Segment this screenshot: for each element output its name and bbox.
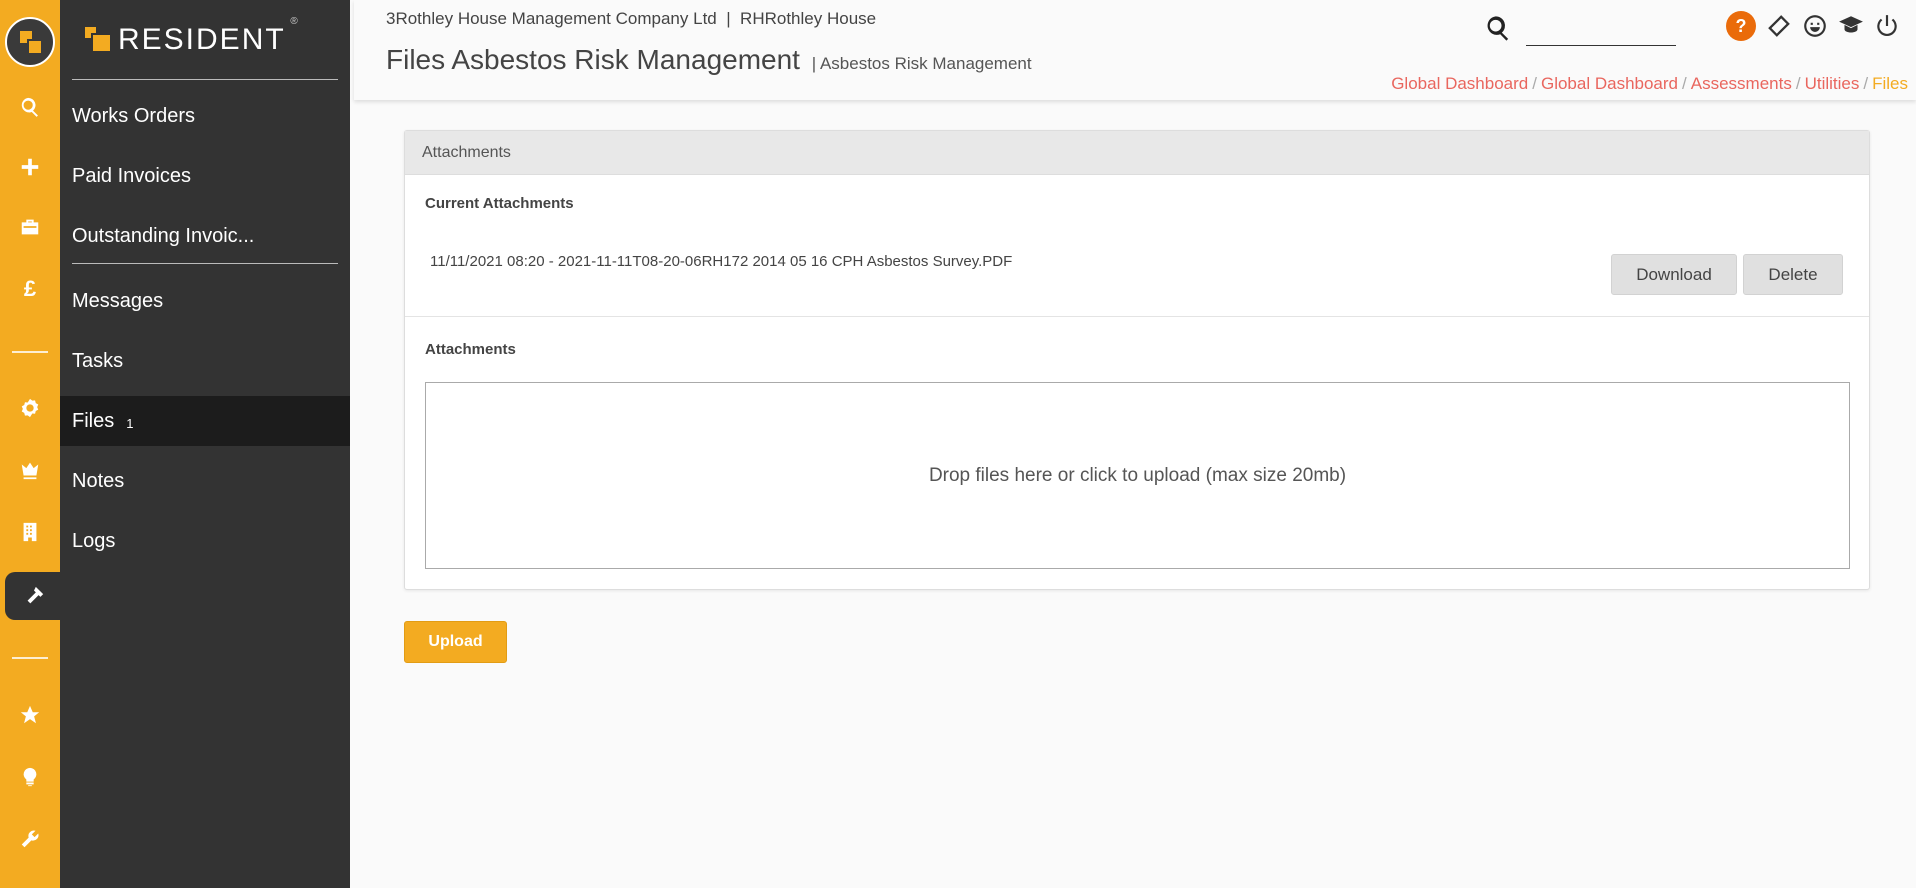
sidebar-item-files[interactable]: Files 1 [60,396,350,446]
breadcrumb-global-dashboard[interactable]: Global Dashboard [1391,74,1528,93]
app-logo-icon[interactable] [5,17,55,67]
sidebar-item-label: Works Orders [72,104,195,127]
award-icon[interactable] [0,388,60,428]
sidebar-item-outstanding-invoices[interactable]: Outstanding Invoic... [60,211,350,261]
sidebar-item-label: Tasks [72,349,124,372]
file-dropzone[interactable]: Drop files here or click to upload (max … [425,382,1850,569]
breadcrumb-assessments[interactable]: Assessments [1691,74,1792,93]
upload-button[interactable]: Upload [404,621,507,663]
sidebar-item-label: Files [72,409,115,432]
delete-button[interactable]: Delete [1743,254,1843,295]
breadcrumb-utilities[interactable]: Utilities [1805,74,1860,93]
attachments-panel: Attachments Current Attachments 11/11/20… [404,130,1870,590]
plus-icon[interactable] [0,147,60,187]
attachments-label: Attachments [425,341,516,358]
graduation-cap-icon[interactable] [1838,13,1864,39]
help-icon[interactable]: ? [1726,11,1756,41]
lightbulb-icon[interactable] [0,757,60,797]
wrench-icon[interactable] [0,819,60,859]
sidebar-item-label: Outstanding Invoic... [72,224,255,247]
sidebar-item-paid-invoices[interactable]: Paid Invoices [60,151,350,201]
page-header: 3Rothley House Management Company Ltd | … [354,0,1916,100]
page-subtitle: | Asbestos Risk Management [811,54,1032,73]
page-title-text: Files Asbestos Risk Management [386,44,800,75]
page-title: Files Asbestos Risk Management | Asbesto… [386,44,1032,76]
pound-icon[interactable]: £ [0,269,60,309]
resident-logo-icon [85,26,112,54]
sidebar-divider [72,79,338,80]
icon-rail: £ [0,0,62,888]
sidebar-item-label: Logs [72,529,116,552]
building-icon[interactable] [0,512,60,552]
brand-name: RESIDENT [118,23,286,56]
breadcrumb-global-dashboard-2[interactable]: Global Dashboard [1541,74,1678,93]
star-icon[interactable] [0,695,60,735]
panel-divider [405,316,1869,317]
breadcrumb-files: Files [1872,74,1908,93]
brand-logo[interactable]: RESIDENT ® [85,16,298,60]
search-input[interactable] [1526,16,1676,46]
rail-divider [12,657,48,659]
sidebar-divider [72,263,338,264]
search-icon[interactable] [0,87,60,127]
download-button[interactable]: Download [1611,254,1737,295]
panel-heading: Attachments [405,131,1869,175]
smiley-icon[interactable] [1802,13,1828,39]
sidebar-item-messages[interactable]: Messages [60,276,350,326]
search-icon[interactable] [1484,14,1512,42]
ticket-icon[interactable] [1766,13,1792,39]
sidebar-item-tasks[interactable]: Tasks [60,336,350,386]
registered-mark: ® [290,16,298,27]
rail-divider [12,351,48,353]
hammer-icon[interactable] [5,572,62,620]
search-box [1484,10,1684,50]
sidebar: RESIDENT ® Works Orders Paid Invoices Ou… [60,0,350,888]
files-count-badge: 1 [126,415,134,431]
sidebar-item-label: Paid Invoices [72,164,191,187]
breadcrumb: Global Dashboard / Global Dashboard / Assess… [1391,74,1908,93]
sidebar-item-logs[interactable]: Logs [60,516,350,566]
attachment-file-name: 11/11/2021 08:20 - 2021-11-11T08-20-06RH… [430,253,1013,270]
crown-icon[interactable] [0,450,60,490]
top-icon-bar: ? [1726,11,1900,41]
sidebar-item-works-orders[interactable]: Works Orders [60,91,350,141]
briefcase-icon[interactable] [0,207,60,247]
power-icon[interactable] [1874,13,1900,39]
sidebar-item-label: Notes [72,469,125,492]
dropzone-text: Drop files here or click to upload (max … [928,464,1347,486]
current-attachments-label: Current Attachments [425,195,574,212]
sidebar-item-label: Messages [72,289,164,312]
sidebar-item-notes[interactable]: Notes [60,456,350,506]
company-name: 3Rothley House Management Company Ltd | … [386,9,877,28]
